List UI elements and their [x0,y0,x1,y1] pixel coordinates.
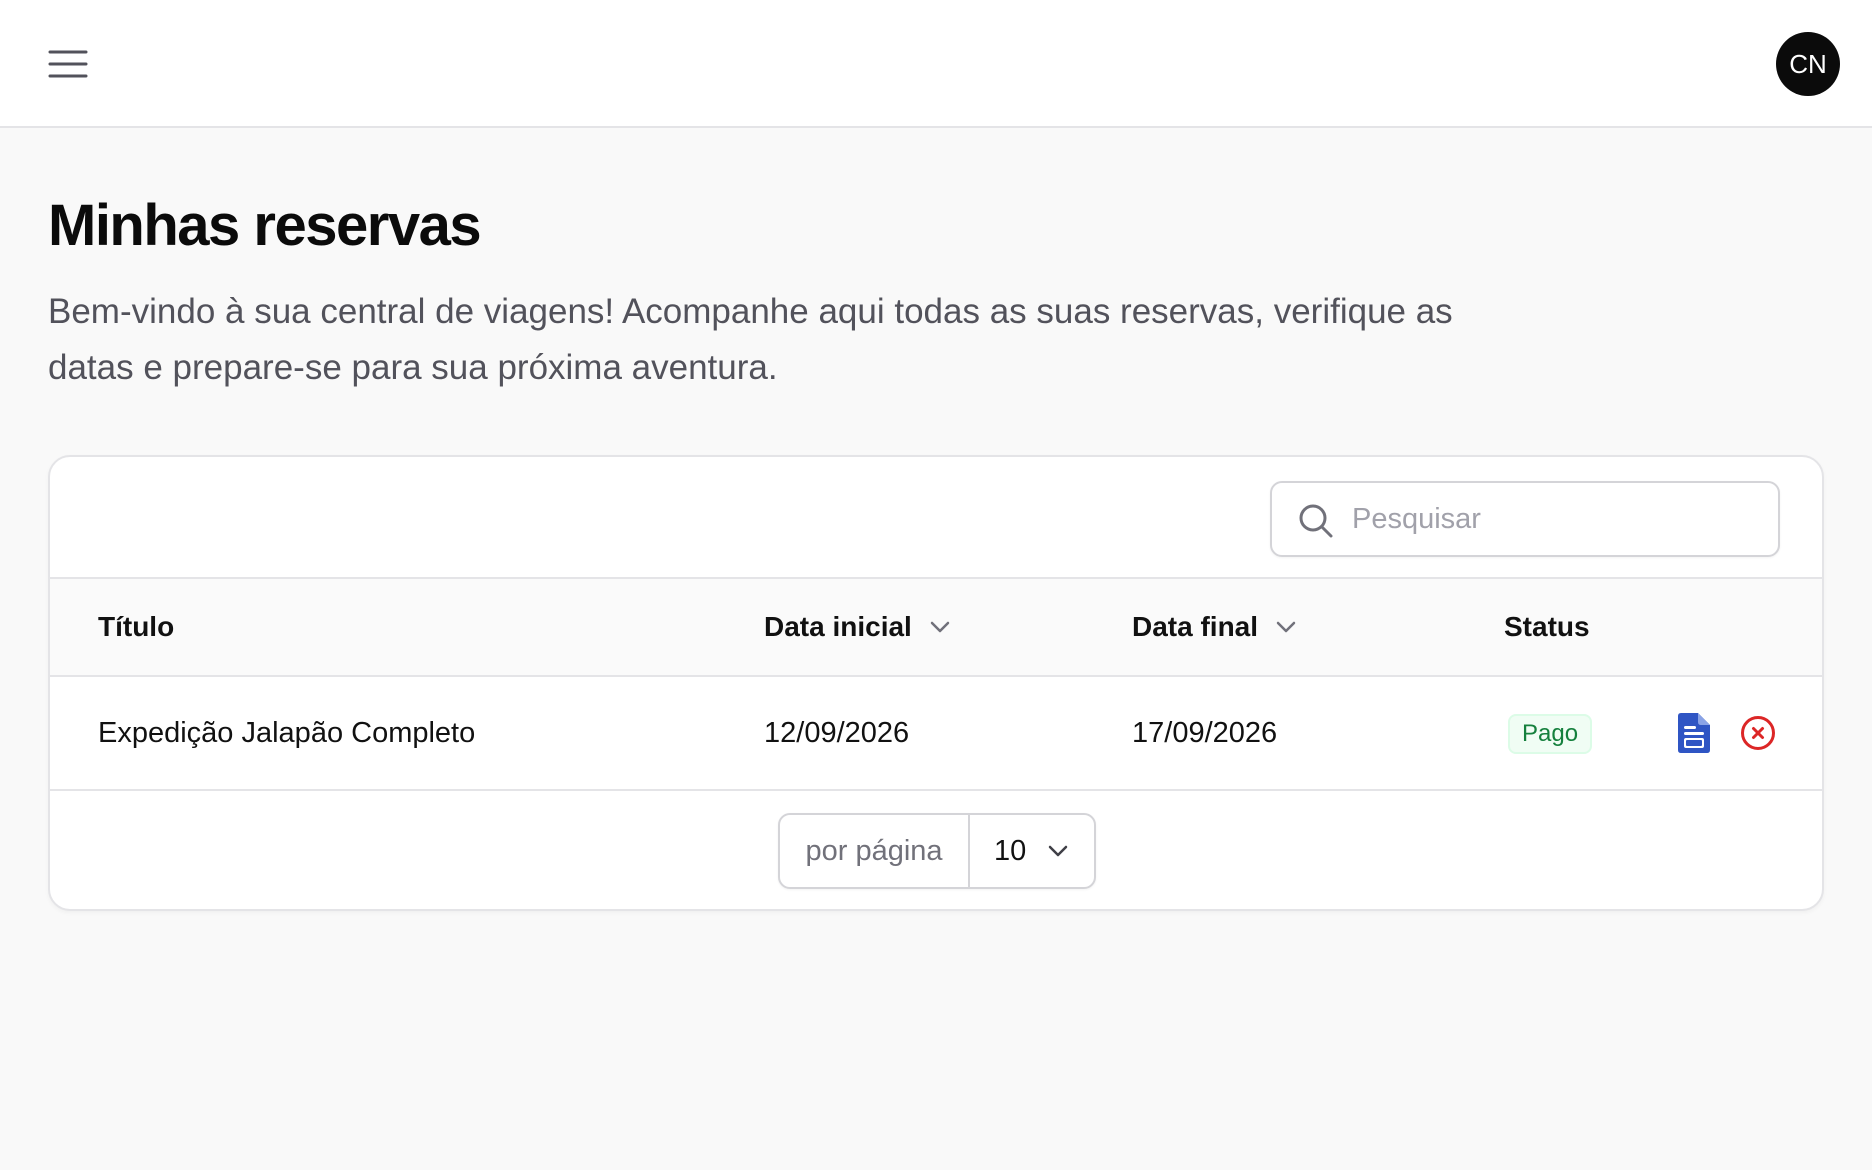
cell-end-date: 17/09/2026 [1132,716,1278,749]
cell-start-date: 12/09/2026 [764,716,910,749]
column-header-end-date[interactable]: Data final [1132,579,1298,675]
chevron-down-icon [930,621,950,633]
table-header: Título Data inicial Data final Status [50,577,1822,677]
status-badge: Pago [1508,714,1593,754]
column-header-status: Status [1504,579,1590,675]
page-description: Bem-vindo à sua central de viagens! Acom… [48,292,1453,387]
cancel-icon [1741,716,1775,750]
search-input[interactable] [1352,483,1762,555]
column-header-start-date[interactable]: Data inicial [764,579,952,675]
column-header-label: Status [1504,611,1590,642]
per-page-label: por página [780,815,970,887]
table-row[interactable]: Expedição Jalapão Completo 12/09/2026 17… [50,677,1822,791]
reservations-card: Título Data inicial Data final Status Ex… [48,455,1824,911]
cancel-reservation-button[interactable] [1738,713,1778,753]
top-bar: CN [0,0,1872,128]
column-header-label: Título [98,611,175,642]
per-page-value: 10 [994,834,1027,867]
document-icon [1678,713,1710,753]
column-header-label: Data final [1132,611,1259,642]
column-header-label: Data inicial [764,611,912,642]
user-avatar[interactable]: CN [1776,32,1840,96]
per-page-select[interactable]: 10 [970,815,1094,887]
page-title: Minhas reservas [48,193,482,258]
column-header-title: Título [98,579,174,675]
status-label: Pago [1522,720,1579,747]
menu-button[interactable] [44,44,92,84]
pagination-control: por página 10 [778,813,1096,889]
view-document-button[interactable] [1674,713,1714,753]
avatar-initials: CN [1789,48,1827,79]
chevron-down-icon [1048,845,1068,857]
search-box[interactable] [1270,481,1780,557]
menu-icon [48,50,88,78]
chevron-down-icon [1276,621,1296,633]
cell-title: Expedição Jalapão Completo [98,716,476,749]
search-icon [1299,504,1333,538]
